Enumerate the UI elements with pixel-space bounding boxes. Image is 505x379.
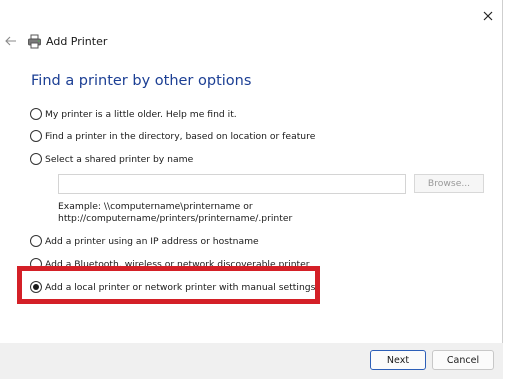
cancel-button[interactable]: Cancel [432,350,494,370]
next-button[interactable]: Next [370,350,426,370]
option-shared-by-name[interactable]: Select a shared printer by name [30,151,193,167]
radio-older-printer[interactable] [30,108,42,120]
page-heading: Find a printer by other options [31,73,252,89]
option-label: Add a local printer or network printer w… [45,281,316,293]
radio-local-manual[interactable] [30,281,42,293]
close-icon [483,11,493,21]
option-bluetooth-wireless[interactable]: Add a Bluetooth, wireless or network dis… [30,256,310,272]
printer-icon [28,34,41,49]
option-label: Select a shared printer by name [45,153,194,165]
option-label: My printer is a little older. Help me fi… [45,108,237,120]
example-line-1: Example: \\computername\printername or [58,201,253,212]
back-arrow-icon [5,36,16,46]
option-local-manual[interactable]: Add a local printer or network printer w… [30,279,315,295]
radio-bluetooth-wireless[interactable] [30,258,42,270]
option-label: Find a printer in the directory, based o… [45,130,316,142]
back-button[interactable] [3,33,19,49]
option-label: Add a Bluetooth, wireless or network dis… [45,258,310,270]
example-line-2: http://computername/printers/printername… [58,213,293,224]
option-older-printer[interactable]: My printer is a little older. Help me fi… [30,106,237,122]
browse-button[interactable]: Browse... [414,174,484,193]
window-title: Add Printer [46,35,108,48]
example-hint: Example: \\computername\printername or h… [58,201,292,225]
radio-shared-by-name[interactable] [30,153,42,165]
radio-selected-dot [33,284,39,290]
radio-ip-address[interactable] [30,235,42,247]
option-directory[interactable]: Find a printer in the directory, based o… [30,128,315,144]
shared-printer-name-input[interactable] [58,174,406,194]
option-label: Add a printer using an IP address or hos… [45,235,259,247]
radio-directory[interactable] [30,130,42,142]
add-printer-dialog: Add Printer Find a printer by other opti… [0,0,503,379]
close-button[interactable] [478,6,498,26]
option-ip-address[interactable]: Add a printer using an IP address or hos… [30,233,259,249]
dialog-footer [0,343,503,379]
